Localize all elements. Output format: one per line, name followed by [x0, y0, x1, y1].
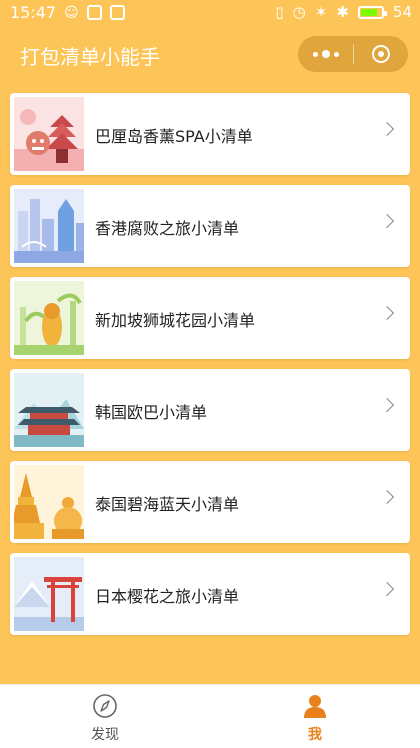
chevron-right-icon	[379, 305, 395, 321]
more-menu-button[interactable]	[298, 36, 353, 72]
battery-icon	[357, 5, 387, 19]
signal-icon: ✶	[314, 3, 328, 21]
tab-label: 发现	[91, 727, 119, 743]
tab-me[interactable]: 我	[210, 685, 420, 748]
vibrate-icon: ▯	[275, 3, 284, 21]
chevron-right-icon	[379, 213, 395, 229]
compass-icon	[93, 694, 117, 718]
list-item-label: 新加坡狮城花园小清单	[95, 311, 256, 330]
bali-temple-illustration	[14, 97, 84, 171]
singapore-merlion-illustration	[14, 281, 84, 355]
close-miniprogram-button[interactable]	[354, 36, 408, 72]
more-dot-icon	[321, 50, 330, 58]
close-circle-icon	[372, 45, 390, 63]
app-notification-icon	[86, 5, 102, 20]
list-item-label: 日本樱花之旅小清单	[95, 587, 240, 606]
bottom-tab-bar: 发现 我	[0, 684, 420, 748]
list-item-label: 巴厘岛香薰SPA小清单	[95, 127, 253, 146]
list-item-japan[interactable]: 日本樱花之旅小清单	[10, 553, 410, 635]
miniprogram-capsule	[298, 36, 408, 72]
list-item-bali[interactable]: 巴厘岛香薰SPA小清单	[10, 93, 410, 175]
alarm-icon: ◷	[292, 3, 306, 21]
notification-icon: ☺	[64, 4, 79, 21]
korea-palace-illustration	[14, 373, 84, 447]
thailand-pagoda-illustration	[14, 465, 84, 539]
list-item-singapore[interactable]: 新加坡狮城花园小清单	[10, 277, 410, 359]
page-title: 打包清单小能手	[20, 45, 160, 69]
tab-discover[interactable]: 发现	[0, 685, 210, 748]
status-time: 15:47	[10, 3, 57, 22]
list-item-label: 泰国碧海蓝天小清单	[95, 495, 240, 514]
list-item-korea[interactable]: 韩国欧巴小清单	[10, 369, 410, 451]
japan-torii-illustration	[14, 557, 84, 631]
list-item-label: 香港腐败之旅小清单	[95, 219, 240, 238]
battery-level: 54	[392, 3, 412, 21]
list-item-hongkong[interactable]: 香港腐败之旅小清单	[10, 185, 410, 267]
chevron-right-icon	[379, 397, 395, 413]
title-bar: 打包清单小能手	[0, 26, 420, 84]
chevron-right-icon	[379, 581, 395, 597]
hongkong-skyline-illustration	[14, 189, 84, 263]
chevron-right-icon	[379, 489, 395, 505]
list-item-label: 韩国欧巴小清单	[95, 403, 208, 422]
list-item-thailand[interactable]: 泰国碧海蓝天小清单	[10, 461, 410, 543]
person-icon	[304, 695, 326, 718]
chevron-right-icon	[379, 121, 395, 137]
more-dot-icon	[312, 51, 318, 57]
tab-label: 我	[308, 727, 322, 743]
bluetooth-icon: ✱	[336, 3, 349, 21]
status-bar: 15:47 ☺ ▯ ◷ ✶ ✱ 54	[0, 0, 420, 26]
more-dot-icon	[333, 51, 339, 57]
message-notification-icon	[109, 5, 125, 20]
